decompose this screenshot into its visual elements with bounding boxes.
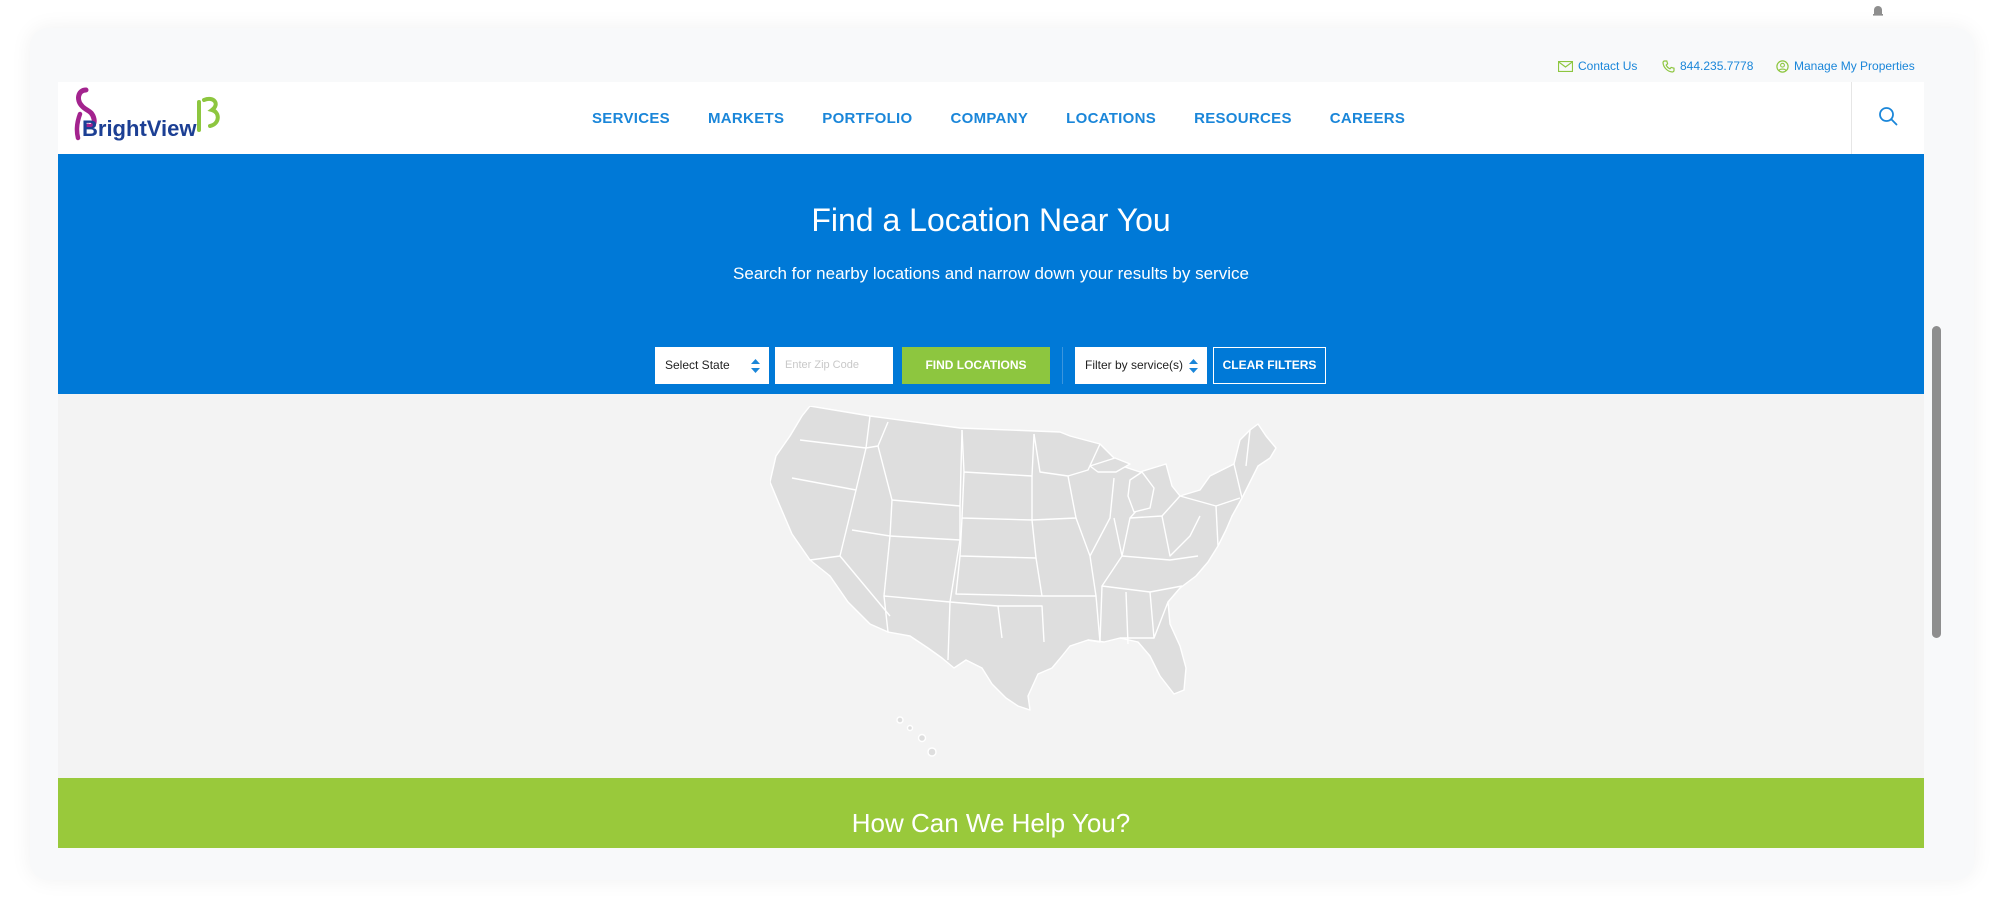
logo-wordmark: BrightView	[82, 116, 197, 141]
phone-label: 844.235.7778	[1680, 59, 1754, 73]
browser-viewport: Contact Us 844.235.7778 Manage My Proper…	[58, 54, 1924, 848]
nav-services[interactable]: SERVICES	[592, 110, 670, 127]
envelope-icon	[1558, 60, 1573, 72]
bell-icon[interactable]	[1872, 4, 1884, 22]
clear-filters-button[interactable]: CLEAR FILTERS	[1213, 346, 1326, 384]
zip-code-input[interactable]	[775, 346, 893, 384]
how-can-we-help-section: How Can We Help You?	[58, 778, 1924, 848]
scrollbar-thumb[interactable]	[1932, 326, 1941, 638]
hero-subtitle: Search for nearby locations and narrow d…	[733, 264, 1249, 283]
state-select-value: Select State	[665, 358, 730, 372]
location-filters: Select State FIND LOCATIONS Filter by se…	[655, 346, 1326, 384]
service-filter-select[interactable]: Filter by service(s)	[1075, 346, 1207, 384]
hero-title: Find a Location Near You	[811, 202, 1171, 238]
find-locations-button[interactable]: FIND LOCATIONS	[902, 346, 1050, 384]
manage-properties-link[interactable]: Manage My Properties	[1776, 59, 1915, 73]
nav-locations[interactable]: LOCATIONS	[1066, 110, 1156, 127]
find-location-hero: Find a Location Near You Search for near…	[58, 154, 1924, 394]
nav-careers[interactable]: CAREERS	[1330, 110, 1405, 127]
locations-map-section	[58, 394, 1924, 778]
site-header: BrightView SERVICES MARKETS PORTFOLIO CO…	[58, 82, 1924, 154]
nav-resources[interactable]: RESOURCES	[1194, 110, 1292, 127]
manage-properties-label: Manage My Properties	[1794, 59, 1915, 73]
us-states-map[interactable]	[769, 405, 1280, 763]
brightview-logo[interactable]: BrightView	[68, 86, 228, 153]
service-select-value: Filter by service(s)	[1085, 358, 1184, 372]
main-navigation: SERVICES MARKETS PORTFOLIO COMPANY LOCAT…	[592, 82, 1405, 154]
nav-portfolio[interactable]: PORTFOLIO	[822, 110, 912, 127]
utility-bar: Contact Us 844.235.7778 Manage My Proper…	[58, 54, 1924, 82]
help-title: How Can We Help You?	[851, 808, 1131, 838]
nav-markets[interactable]: MARKETS	[708, 110, 784, 127]
search-button[interactable]	[1851, 82, 1924, 154]
contact-us-label: Contact Us	[1578, 59, 1638, 73]
user-circle-icon	[1776, 59, 1789, 73]
nav-company[interactable]: COMPANY	[950, 110, 1028, 127]
search-icon	[1878, 106, 1898, 131]
state-select[interactable]: Select State	[655, 346, 769, 384]
sort-arrows-icon	[750, 358, 761, 377]
sort-arrows-icon	[1188, 358, 1199, 377]
contact-us-link[interactable]: Contact Us	[1558, 59, 1637, 73]
filter-divider	[1062, 346, 1063, 384]
phone-icon	[1662, 59, 1675, 73]
phone-link[interactable]: 844.235.7778	[1662, 59, 1753, 73]
